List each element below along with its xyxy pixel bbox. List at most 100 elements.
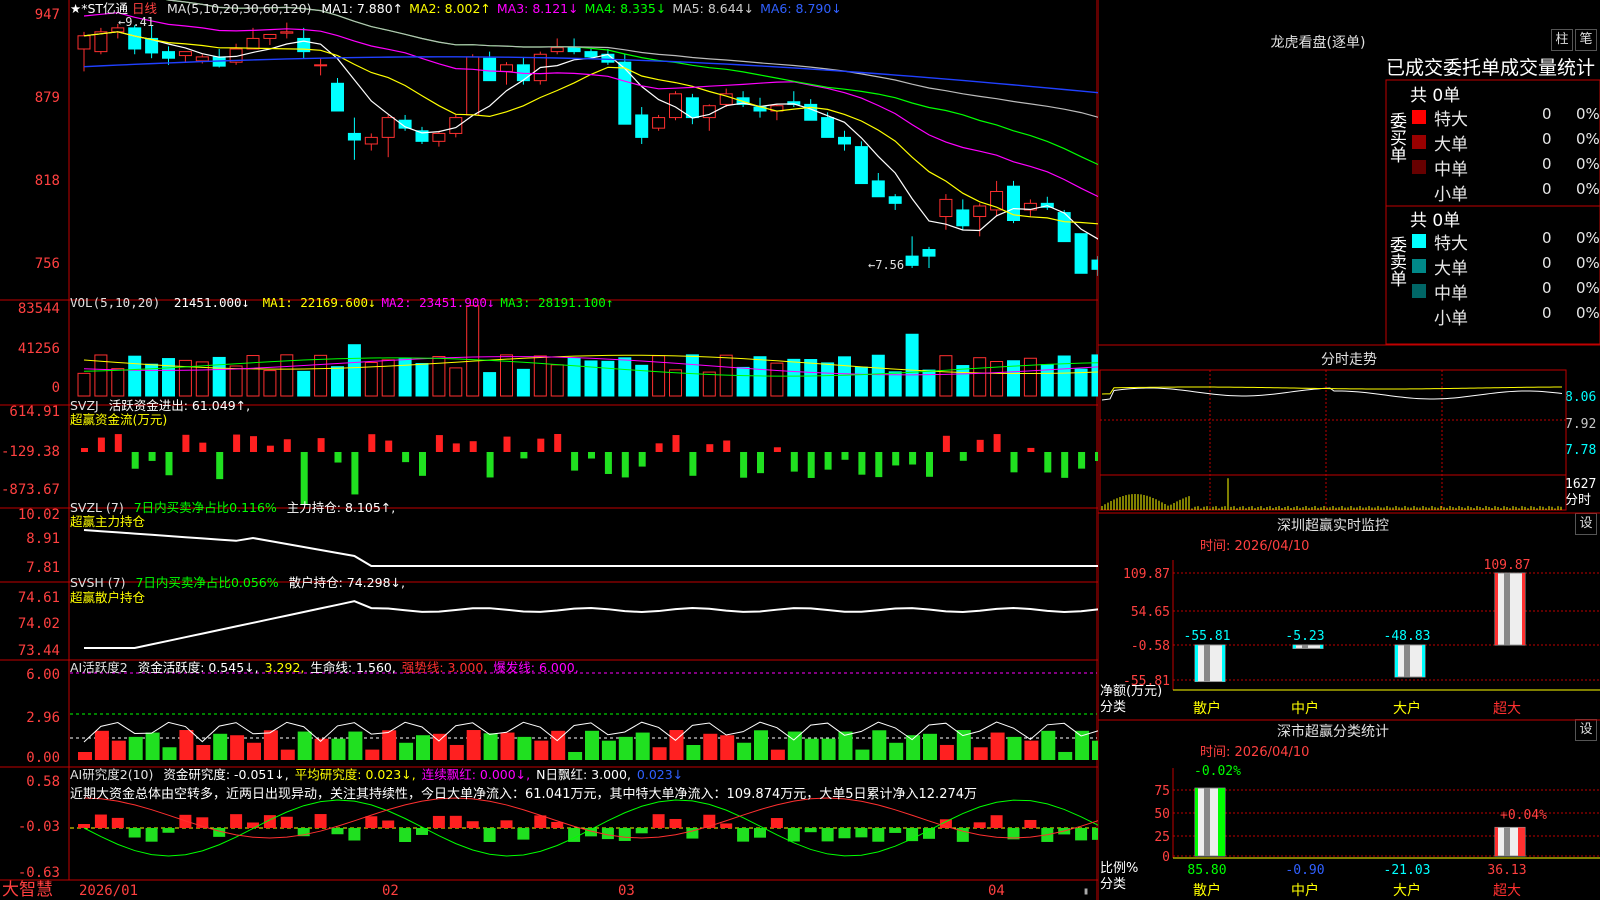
- research-bar: [1024, 819, 1037, 828]
- bar-category: 散户: [1193, 700, 1221, 717]
- stock-name[interactable]: ★*ST亿通: [70, 1, 128, 16]
- volume-bar: [111, 368, 125, 397]
- brand-label: 大智慧: [2, 880, 53, 900]
- fund-flow-bar: [334, 452, 342, 463]
- research-bar: [348, 828, 361, 841]
- research-bar: [145, 828, 158, 842]
- fund-flow-bar: [926, 452, 933, 477]
- volume-bar: [669, 369, 682, 397]
- fund-flow-bar: [537, 438, 545, 452]
- volume-bar: [263, 370, 277, 397]
- research-bar: [821, 828, 834, 842]
- fund-flow-bar: [114, 434, 122, 452]
- fund-flow-bar: [503, 436, 511, 452]
- volume-bar: [550, 364, 564, 397]
- fund-flow-bar: [621, 452, 629, 478]
- volume-bar: [601, 360, 615, 397]
- price-tick-3: 818: [34, 173, 60, 189]
- candle-body: [685, 97, 699, 119]
- volume-bar: [381, 359, 395, 397]
- volume-bar: [77, 372, 91, 397]
- vol-header: VOL(5,10,20) 21451.000↓ MA1: 22169.600↓ M…: [70, 295, 614, 310]
- kline-header: ★*ST亿通 日线 MA(5,10,20,30,60,120) MA1: 7.8…: [70, 1, 854, 16]
- research-bar: [78, 824, 90, 828]
- volume-bar: [466, 305, 480, 397]
- volume-bar: [347, 344, 361, 397]
- bar-axis-tick: 109.87: [1123, 567, 1170, 582]
- volume-bar: [821, 362, 835, 397]
- candle-body: [939, 198, 953, 218]
- ma-list-item-2: MA3: 8.121↓: [496, 1, 579, 16]
- ai2-items-item-0: 资金研究度: -0.051↓,: [163, 767, 289, 782]
- volume-bar: [128, 355, 142, 397]
- volume-bar: [246, 355, 260, 397]
- ma-list-item-4: MA5: 8.644↓: [672, 1, 755, 16]
- ai2-tick-2: -0.03: [17, 819, 60, 835]
- activity-bar: [1058, 751, 1073, 760]
- bar-category: 大户: [1393, 882, 1421, 899]
- activity-bar: [787, 731, 802, 760]
- research-bar: [230, 814, 243, 828]
- research-bar: [923, 828, 935, 839]
- research-bar: [128, 828, 141, 838]
- volume-bar: [533, 355, 547, 397]
- bar-axis-tick: 54.65: [1131, 605, 1170, 620]
- fund-flow-bar: [300, 452, 308, 504]
- bar-category: 超大: [1493, 701, 1521, 717]
- svsh-tick-2: 74.02: [17, 616, 60, 632]
- research-bar: [331, 828, 344, 835]
- fund-flow-bar: [1044, 452, 1052, 473]
- period-label[interactable]: 日线: [132, 1, 157, 16]
- bar-category: 超大: [1493, 883, 1521, 899]
- candle-body: [956, 209, 970, 227]
- candle-body: [973, 205, 987, 218]
- research-bar: [669, 818, 682, 828]
- candle-body: [280, 31, 294, 34]
- bar-axis-tick: 50: [1154, 807, 1170, 822]
- activity-bar: [517, 736, 532, 760]
- vol-tick-1: 83544: [17, 301, 60, 317]
- activity-bar: [162, 747, 177, 760]
- lock-icon[interactable]: ▮: [1083, 884, 1089, 899]
- research-bar: [618, 828, 631, 841]
- volume-bar: [618, 357, 632, 397]
- svsh-tick-3: 73.44: [17, 643, 60, 659]
- fund-flow-bar: [1010, 452, 1018, 473]
- research-bar: [973, 822, 986, 828]
- fund-flow-bar: [858, 452, 866, 475]
- bar-value-label: -21.03: [1384, 863, 1431, 878]
- main-holding-line: [83, 529, 1098, 567]
- date-tick-1: 2026/01: [79, 883, 139, 899]
- fund-flow-bar: [909, 452, 917, 465]
- bar-value-label: -0.90: [1285, 863, 1324, 878]
- volume-bar: [888, 371, 902, 397]
- research-bar: [111, 817, 124, 828]
- vol-ma-item-1: MA2: 23451.900↓: [381, 295, 495, 310]
- activity-bar: [247, 742, 261, 760]
- intraday-price-line: [1101, 387, 1563, 401]
- ma20-line: [83, 12, 1098, 198]
- fund-flow-bar: [283, 439, 291, 452]
- low-price-mark: ←7.56: [868, 258, 905, 272]
- bar-edge: [1195, 788, 1198, 856]
- bar-shade: [1404, 645, 1410, 677]
- fund-flow-bar: [452, 443, 460, 452]
- volume-bar: [567, 357, 581, 397]
- activity-bar: [179, 730, 194, 760]
- fund-flow-bar: [1078, 452, 1086, 469]
- fund-flow-bar: [351, 452, 359, 495]
- research-bar: [754, 828, 766, 838]
- svzl-tick-3: 7.81: [26, 560, 60, 576]
- volume-bar: [838, 356, 851, 397]
- fund-flow-bar: [892, 452, 900, 466]
- activity-bar: [449, 744, 464, 760]
- volume-bar: [483, 372, 497, 397]
- activity-bar: [720, 735, 735, 760]
- activity-bar: [94, 730, 109, 760]
- fund-flow-bar: [571, 452, 579, 471]
- volume-bar: [584, 360, 598, 397]
- main-chart-area[interactable]: [0, 0, 1098, 900]
- bar-edge: [1218, 788, 1225, 856]
- svzj-header: SVZJ 活跃资金进出: 61.049↑,: [70, 398, 251, 413]
- activity-bar: [585, 730, 599, 760]
